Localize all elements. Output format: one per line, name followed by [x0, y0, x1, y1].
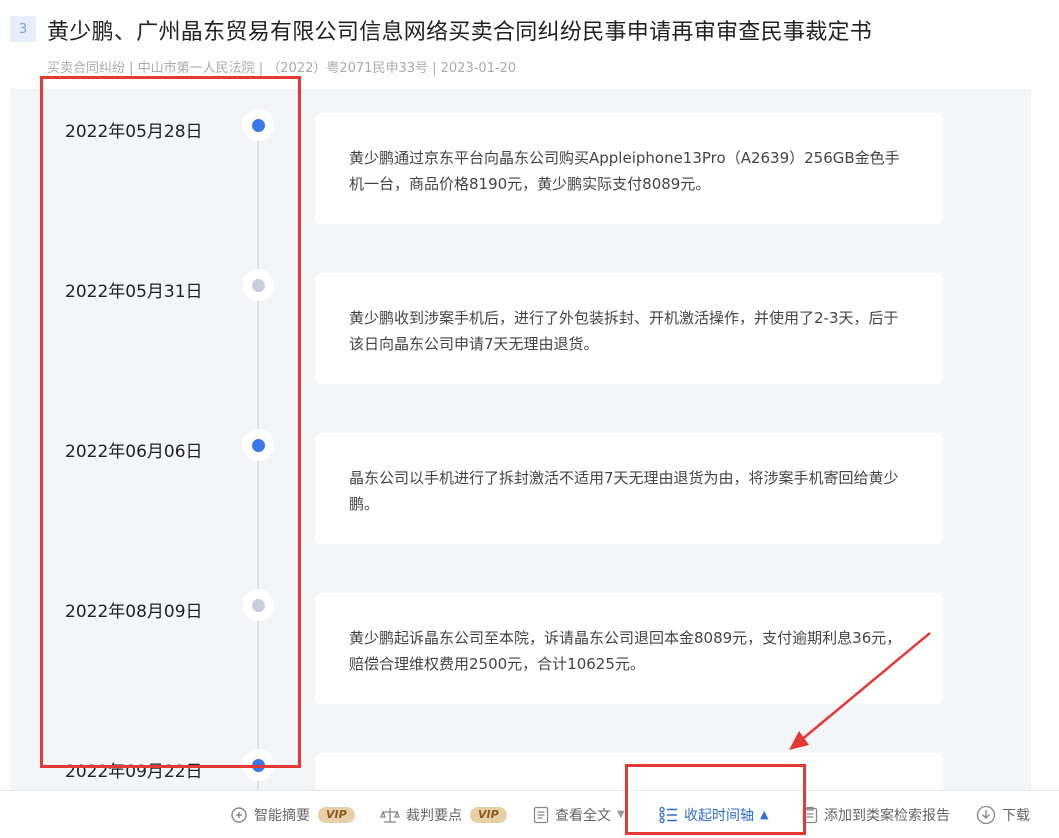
- timeline-panel: DLS 2022年05月28日 黄少鹏通过京东平台向晶东公司购买Appleiph…: [10, 89, 1031, 799]
- chevron-down-icon: ▼: [617, 809, 625, 820]
- timeline-dot: [251, 598, 265, 612]
- case-index-badge: 3: [10, 16, 36, 42]
- document-icon: [533, 806, 549, 823]
- timeline-card: 晶东公司以手机进行了拆封激活不适用7天无理由退货为由，将涉案手机寄回给黄少鹏。: [315, 433, 943, 544]
- timeline-dot: [251, 758, 265, 772]
- timeline-date: 2022年05月31日: [65, 282, 203, 302]
- chevron-up-icon: ▲: [760, 808, 769, 821]
- collapse-timeline-button[interactable]: 收起时间轴 ▲: [658, 791, 768, 838]
- judgment-points-label: 裁判要点: [406, 807, 462, 824]
- download-icon: [976, 805, 996, 824]
- timeline-node: [242, 589, 274, 621]
- timeline-dot: [251, 278, 265, 292]
- smart-summary-label: 智能摘要: [254, 807, 310, 824]
- timeline-icon: [659, 806, 677, 823]
- timeline-dot: [251, 118, 265, 132]
- timeline-node: [242, 269, 274, 301]
- case-meta: 买卖合同纠纷 | 中山市第一人民法院 | （2022）粤2071民申33号 | …: [47, 61, 517, 76]
- download-label: 下载: [1002, 807, 1030, 824]
- clipboard-icon: [802, 806, 818, 823]
- timeline-card: 黄少鹏起诉晶东公司至本院，诉请晶东公司退回本金8089元，支付逾期利息36元，赔…: [315, 593, 943, 704]
- scale-icon: [380, 807, 400, 823]
- timeline-date: 2022年08月09日: [65, 602, 203, 622]
- smart-summary-button[interactable]: 智能摘要 VIP: [230, 791, 355, 838]
- timeline-date: 2022年05月28日: [65, 122, 203, 142]
- timeline-card: 黄少鹏通过京东平台向晶东公司购买Appleiphone13Pro（A2639）2…: [315, 113, 943, 224]
- timeline-axis: [257, 129, 259, 799]
- add-to-report-label: 添加到类案检索报告: [824, 807, 950, 824]
- download-button[interactable]: 下载: [976, 791, 1030, 838]
- timeline-card: 黄少鹏收到涉案手机后，进行了外包装拆封、开机激活操作，并使用了2-3天，后于该日…: [315, 273, 943, 384]
- view-full-text-button[interactable]: 查看全文 ▼: [533, 791, 625, 838]
- summary-icon: [231, 806, 247, 823]
- bottom-toolbar: 智能摘要 VIP 裁判要点 VIP 查看全文 ▼ 收起时间轴 ▲ 添加到类案检索…: [0, 790, 1059, 838]
- add-to-report-button[interactable]: 添加到类案检索报告: [802, 791, 950, 838]
- page-title[interactable]: 黄少鹏、广州晶东贸易有限公司信息网络买卖合同纠纷民事申请再审审查民事裁定书: [47, 14, 872, 46]
- timeline-node: [242, 429, 274, 461]
- timeline-dot: [251, 438, 265, 452]
- view-full-text-label: 查看全文: [555, 807, 611, 824]
- vip-badge: VIP: [318, 806, 355, 823]
- timeline-date: 2022年06月06日: [65, 442, 203, 462]
- timeline-node: [242, 749, 274, 781]
- judgment-points-button[interactable]: 裁判要点 VIP: [380, 791, 507, 838]
- timeline-date: 2022年09月22日: [65, 762, 203, 782]
- collapse-timeline-label: 收起时间轴: [684, 807, 754, 824]
- vip-badge: VIP: [470, 806, 507, 823]
- timeline-node: [242, 109, 274, 141]
